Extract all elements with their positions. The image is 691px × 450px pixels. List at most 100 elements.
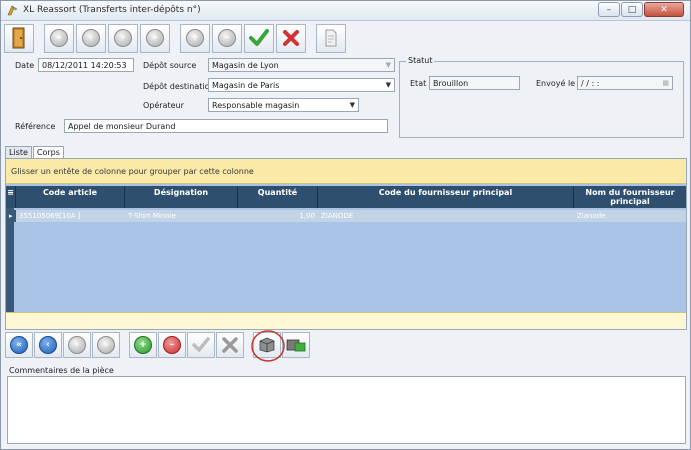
grid-box-button[interactable] <box>251 330 285 362</box>
add-icon: + <box>134 336 152 354</box>
chevron-down-icon: ▼ <box>349 101 355 109</box>
validate-icon <box>192 337 210 352</box>
depot-source-value: Magasin de Lyon <box>212 61 279 70</box>
depot-destination-value: Magasin de Paris <box>212 81 280 90</box>
grid-last-button[interactable]: » <box>92 332 120 358</box>
maximize-button[interactable]: □ <box>621 2 643 17</box>
grid-header: ≡ Code article Désignation Quantité Code… <box>6 186 686 208</box>
grid-first-button[interactable]: « <box>5 332 33 358</box>
last-record-icon: » <box>97 336 115 354</box>
exit-button[interactable] <box>4 23 34 53</box>
etat-label: Etat <box>410 79 427 88</box>
envoye-value: / / : : <box>581 79 600 88</box>
print-document-button[interactable] <box>316 23 346 53</box>
etat-value: Brouillon <box>433 79 469 88</box>
next-record-icon: › <box>68 336 86 354</box>
validate-button[interactable] <box>244 23 274 53</box>
header-form: Date 08/12/2011 14:20:53 Dépôt source Ma… <box>1 55 691 145</box>
depot-source-select[interactable]: Magasin de Lyon ▼ <box>208 58 395 72</box>
grid-next-button[interactable]: › <box>63 332 91 358</box>
col-code-article[interactable]: Code article <box>16 186 125 208</box>
operateur-label: Opérateur <box>143 101 184 110</box>
envoye-field: / / : : ▦ <box>577 76 673 90</box>
app-window: XL Reassort (Transferts inter-dépôts n°)… <box>0 0 691 450</box>
next-record-icon: › <box>114 29 132 47</box>
grid-cancel-button[interactable] <box>216 332 244 358</box>
delete-icon: – <box>218 29 236 47</box>
title-bar: XL Reassort (Transferts inter-dépôts n°)… <box>1 1 690 21</box>
chevron-down-icon: ▼ <box>385 81 391 89</box>
depot-destination-select[interactable]: Magasin de Paris ▼ <box>208 78 395 92</box>
previous-record-icon: ‹ <box>82 29 100 47</box>
date-field[interactable]: 08/12/2011 14:20:53 <box>38 58 134 72</box>
previous-record-icon: ‹ <box>39 336 57 354</box>
document-icon <box>325 29 337 47</box>
calendar-icon: ▦ <box>662 79 669 87</box>
validate-icon <box>249 29 269 46</box>
add-icon: + <box>186 29 204 47</box>
reference-input[interactable]: Appel de monsieur Durand <box>64 119 388 133</box>
door-exit-icon <box>12 27 25 49</box>
window-controls: – □ ✕ <box>598 2 684 17</box>
date-value: 08/12/2011 14:20:53 <box>42 61 127 70</box>
grid-menu-icon[interactable]: ≡ <box>6 186 16 208</box>
grid-add-button[interactable]: + <box>129 332 157 358</box>
col-designation[interactable]: Désignation <box>125 186 238 208</box>
stock-transfer-icon <box>286 339 306 352</box>
previous-record-button[interactable]: ‹ <box>76 23 106 53</box>
tab-liste[interactable]: Liste <box>5 146 32 158</box>
tab-corps[interactable]: Corps <box>32 146 64 158</box>
grid-validate-button[interactable] <box>187 332 215 358</box>
window-title: XL Reassort (Transferts inter-dépôts n°) <box>23 5 201 15</box>
lines-grid-panel: Glisser un entête de colonne pour groupe… <box>5 158 687 330</box>
comments-label: Commentaires de la pièce <box>9 366 114 375</box>
tab-strip: Liste Corps <box>5 146 65 158</box>
first-record-icon: « <box>10 336 28 354</box>
statut-title: Statut <box>406 56 435 65</box>
etat-field: Brouillon <box>429 76 520 90</box>
grid-navigation-bar: « ‹ › » + – <box>5 330 311 362</box>
cell-nom-fournisseur[interactable]: Zianode <box>574 210 686 222</box>
last-record-icon: » <box>146 29 164 47</box>
cell-code-article[interactable]: 355105069[10A ] <box>16 210 125 222</box>
row-indicator-icon: ▸ <box>6 210 16 222</box>
cancel-icon <box>283 30 299 46</box>
reference-value: Appel de monsieur Durand <box>68 122 176 131</box>
minimize-button[interactable]: – <box>598 2 620 17</box>
next-record-button[interactable]: › <box>108 23 138 53</box>
group-by-bar[interactable]: Glisser un entête de colonne pour groupe… <box>6 159 686 184</box>
col-nom-fournisseur[interactable]: Nom du fournisseur principal <box>574 186 686 208</box>
first-record-button[interactable]: « <box>44 23 74 53</box>
statut-group: Statut Etat Brouillon Envoyé le / / : : … <box>399 56 684 138</box>
add-button[interactable]: + <box>180 23 210 53</box>
cell-designation[interactable]: T-Shirt Minnie <box>125 210 238 222</box>
envoye-label: Envoyé le <box>536 79 576 88</box>
last-record-button[interactable]: » <box>140 23 170 53</box>
grid-stock-button[interactable] <box>282 332 310 358</box>
delete-icon: – <box>163 336 181 354</box>
cell-quantite[interactable]: 1,00 <box>238 210 318 222</box>
first-record-icon: « <box>50 29 68 47</box>
close-button[interactable]: ✕ <box>644 2 684 17</box>
highlight-ring <box>251 330 285 362</box>
depot-destination-label: Dépôt destination <box>143 82 215 91</box>
grid-previous-button[interactable]: ‹ <box>34 332 62 358</box>
operateur-select[interactable]: Responsable magasin ▼ <box>208 98 359 112</box>
date-label: Date <box>15 61 35 70</box>
main-toolbar: « ‹ › » + – <box>4 23 348 53</box>
reference-label: Référence <box>15 122 56 131</box>
comments-textarea[interactable] <box>7 376 686 444</box>
col-quantite[interactable]: Quantité <box>238 186 318 208</box>
delete-button[interactable]: – <box>212 23 242 53</box>
app-icon <box>7 5 18 16</box>
chevron-down-icon: ▼ <box>385 61 391 69</box>
cancel-icon <box>222 337 238 353</box>
grid-delete-button[interactable]: – <box>158 332 186 358</box>
grid-footer <box>6 312 686 329</box>
table-row[interactable]: ▸ 355105069[10A ] T-Shirt Minnie 1,00 ZI… <box>6 210 686 222</box>
cell-code-fournisseur[interactable]: ZIANODE <box>318 210 574 222</box>
depot-source-label: Dépôt source <box>143 61 197 70</box>
operateur-value: Responsable magasin <box>212 101 300 110</box>
col-code-fournisseur[interactable]: Code du fournisseur principal <box>318 186 574 208</box>
cancel-button[interactable] <box>276 23 306 53</box>
